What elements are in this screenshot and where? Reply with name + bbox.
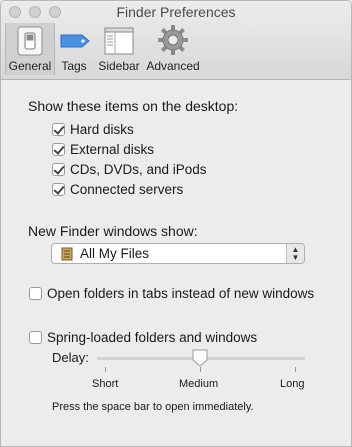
spring-hint: Press the space bar to open immediately. xyxy=(52,401,254,413)
toolbar-label: Tags xyxy=(61,59,87,73)
toolbar-label: Sidebar xyxy=(98,59,140,73)
toolbar-tab-advanced[interactable]: Advanced xyxy=(143,23,203,75)
checkbox-external-disks[interactable] xyxy=(52,143,65,156)
tag-icon xyxy=(60,34,90,48)
checkbox-hard-disks[interactable] xyxy=(52,123,65,136)
checkbox-cds-dvds-ipods[interactable] xyxy=(52,163,65,176)
checkbox-connected-servers[interactable] xyxy=(52,183,65,196)
toolbar-tab-sidebar[interactable]: Sidebar xyxy=(95,23,143,75)
toolbar-label: Advanced xyxy=(146,59,200,73)
slider-tick xyxy=(105,367,106,372)
gear-icon xyxy=(158,25,188,55)
toolbar-tab-general[interactable]: General xyxy=(5,23,55,75)
toolbar-label: General xyxy=(8,59,52,73)
checkbox-label: Spring-loaded folders and windows xyxy=(47,330,258,345)
checkbox-spring-loaded[interactable] xyxy=(29,331,42,344)
checkbox-label: Connected servers xyxy=(70,182,184,197)
window-title: Finder Preferences xyxy=(116,4,236,20)
new-window-popup[interactable]: All My Files ▲ ▼ xyxy=(51,243,305,264)
checkbox-label: Open folders in tabs instead of new wind… xyxy=(47,286,315,301)
desktop-items-heading: Show these items on the desktop: xyxy=(28,98,239,114)
new-window-label: New Finder windows show: xyxy=(28,223,198,239)
checkbox-label: CDs, DVDs, and iPods xyxy=(70,162,207,177)
checkbox-label: Hard disks xyxy=(70,122,134,137)
checkbox-label: External disks xyxy=(70,142,155,157)
finder-preferences-window: Finder Preferences General Tags Sidebar … xyxy=(0,0,352,447)
slider-tick-label-short: Short xyxy=(92,378,119,390)
toolbar-tab-tags[interactable]: Tags xyxy=(56,23,92,75)
slider-tick xyxy=(200,367,201,372)
slider-tick-label-medium: Medium xyxy=(179,378,219,390)
slider-tick-label-long: Long xyxy=(280,378,305,390)
sidebar-icon xyxy=(104,27,134,55)
popup-selected-value: All My Files xyxy=(80,246,150,261)
slider-tick xyxy=(295,367,296,372)
popup-stepper-icon: ▲ ▼ xyxy=(286,244,304,263)
delay-slider-knob[interactable] xyxy=(192,349,208,367)
checkbox-open-in-tabs[interactable] xyxy=(29,287,42,300)
title-bar: Finder Preferences General Tags Sidebar … xyxy=(1,1,351,80)
delay-label: Delay: xyxy=(52,350,89,365)
all-my-files-icon xyxy=(61,247,73,261)
general-switch-icon xyxy=(17,26,43,56)
